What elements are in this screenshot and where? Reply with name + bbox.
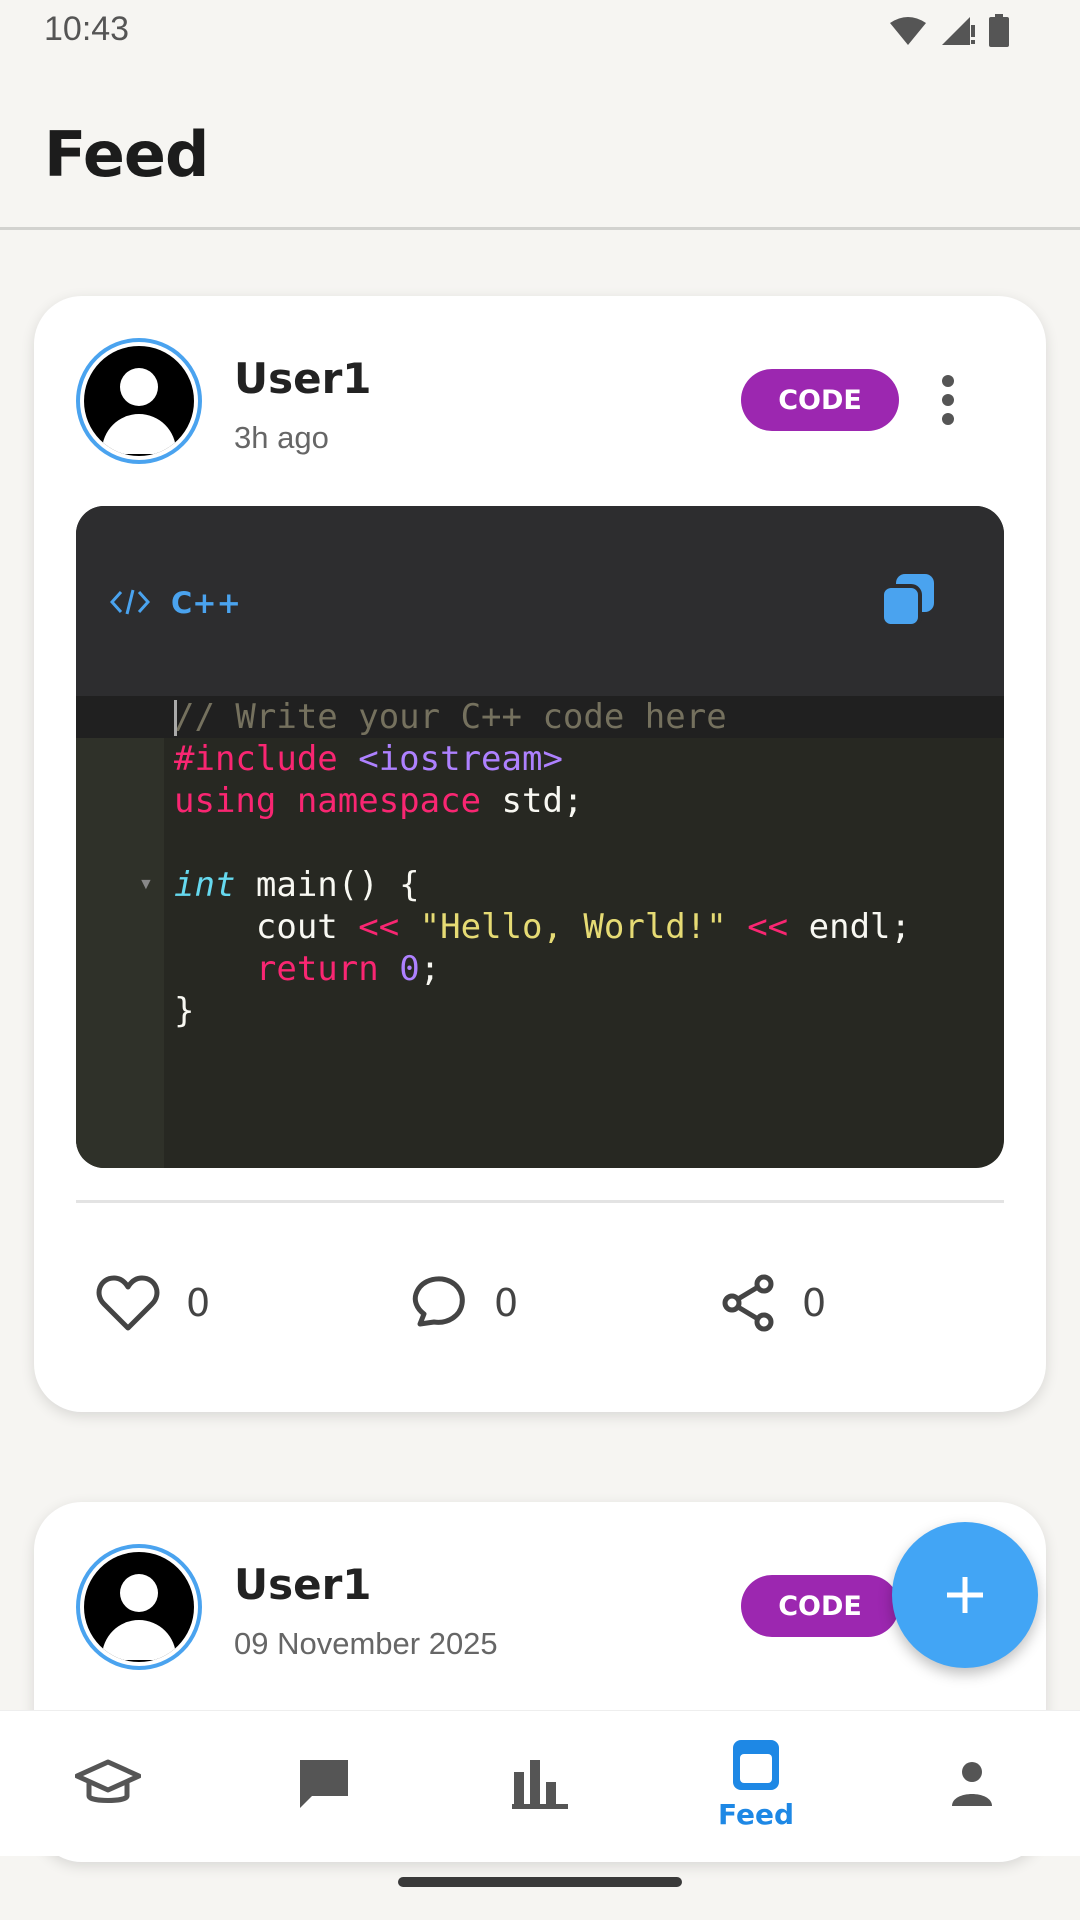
code-icon [110, 589, 150, 615]
bar-chart-icon [512, 1760, 568, 1809]
more-options-button[interactable] [930, 369, 966, 431]
post-card[interactable]: User1 3h ago CODE C++ ▼ // Write your C+… [34, 296, 1046, 1412]
comment-count: 0 [494, 1281, 519, 1325]
avatar[interactable] [76, 1544, 202, 1670]
graduation-cap-icon [75, 1759, 141, 1803]
avatar[interactable] [76, 338, 202, 464]
avatar-icon [84, 1552, 194, 1662]
share-count: 0 [802, 1281, 827, 1325]
signal-icon [942, 17, 975, 45]
code-line: // Write your C++ code here [174, 697, 727, 737]
comment-icon [412, 1276, 465, 1327]
nav-item-profile[interactable] [864, 1711, 1080, 1857]
bottom-nav: Feed [0, 1710, 1080, 1856]
code-editor[interactable]: // Write your C++ code here #include <io… [174, 696, 911, 1032]
person-icon [952, 1762, 992, 1806]
plus-icon [947, 1577, 983, 1613]
app-header: Feed [0, 60, 1080, 230]
status-icons [888, 14, 1010, 48]
code-block[interactable]: C++ ▼ // Write your C++ code here #inclu… [76, 506, 1004, 1168]
post-timestamp: 09 November 2025 [234, 1626, 498, 1661]
code-header: C++ [76, 506, 1004, 696]
home-indicator[interactable] [398, 1877, 682, 1887]
share-button[interactable]: 0 [720, 1274, 826, 1332]
nav-item-learn[interactable] [0, 1711, 216, 1857]
post-username[interactable]: User1 [234, 1560, 372, 1609]
status-bar: 10:43 [0, 0, 1080, 60]
fold-marker-icon[interactable]: ▼ [138, 876, 154, 894]
like-count: 0 [186, 1281, 211, 1325]
code-badge: CODE [741, 369, 899, 431]
text-cursor [174, 700, 177, 736]
wifi-icon [890, 17, 926, 45]
nav-item-chat[interactable] [216, 1711, 432, 1857]
nav-item-feed[interactable]: Feed [648, 1711, 864, 1857]
add-post-button[interactable] [892, 1522, 1038, 1668]
heart-icon [96, 1275, 160, 1331]
code-badge: CODE [741, 1575, 899, 1637]
post-username[interactable]: User1 [234, 354, 372, 403]
nav-item-stats[interactable] [432, 1711, 648, 1857]
feed-icon [733, 1739, 779, 1790]
nav-label-feed: Feed [717, 1797, 794, 1831]
language-label: C++ [171, 586, 241, 620]
share-icon [722, 1274, 774, 1332]
post-timestamp: 3h ago [234, 420, 329, 455]
battery-icon [989, 14, 1009, 47]
comment-button[interactable]: 0 [408, 1274, 518, 1332]
avatar-icon [84, 346, 194, 456]
divider [76, 1200, 1004, 1203]
status-time: 10:43 [44, 10, 130, 48]
copy-icon[interactable] [880, 572, 936, 628]
page-title: Feed [44, 118, 209, 191]
line-gutter [76, 696, 164, 1168]
like-button[interactable]: 0 [96, 1274, 210, 1332]
chat-icon [300, 1760, 348, 1808]
